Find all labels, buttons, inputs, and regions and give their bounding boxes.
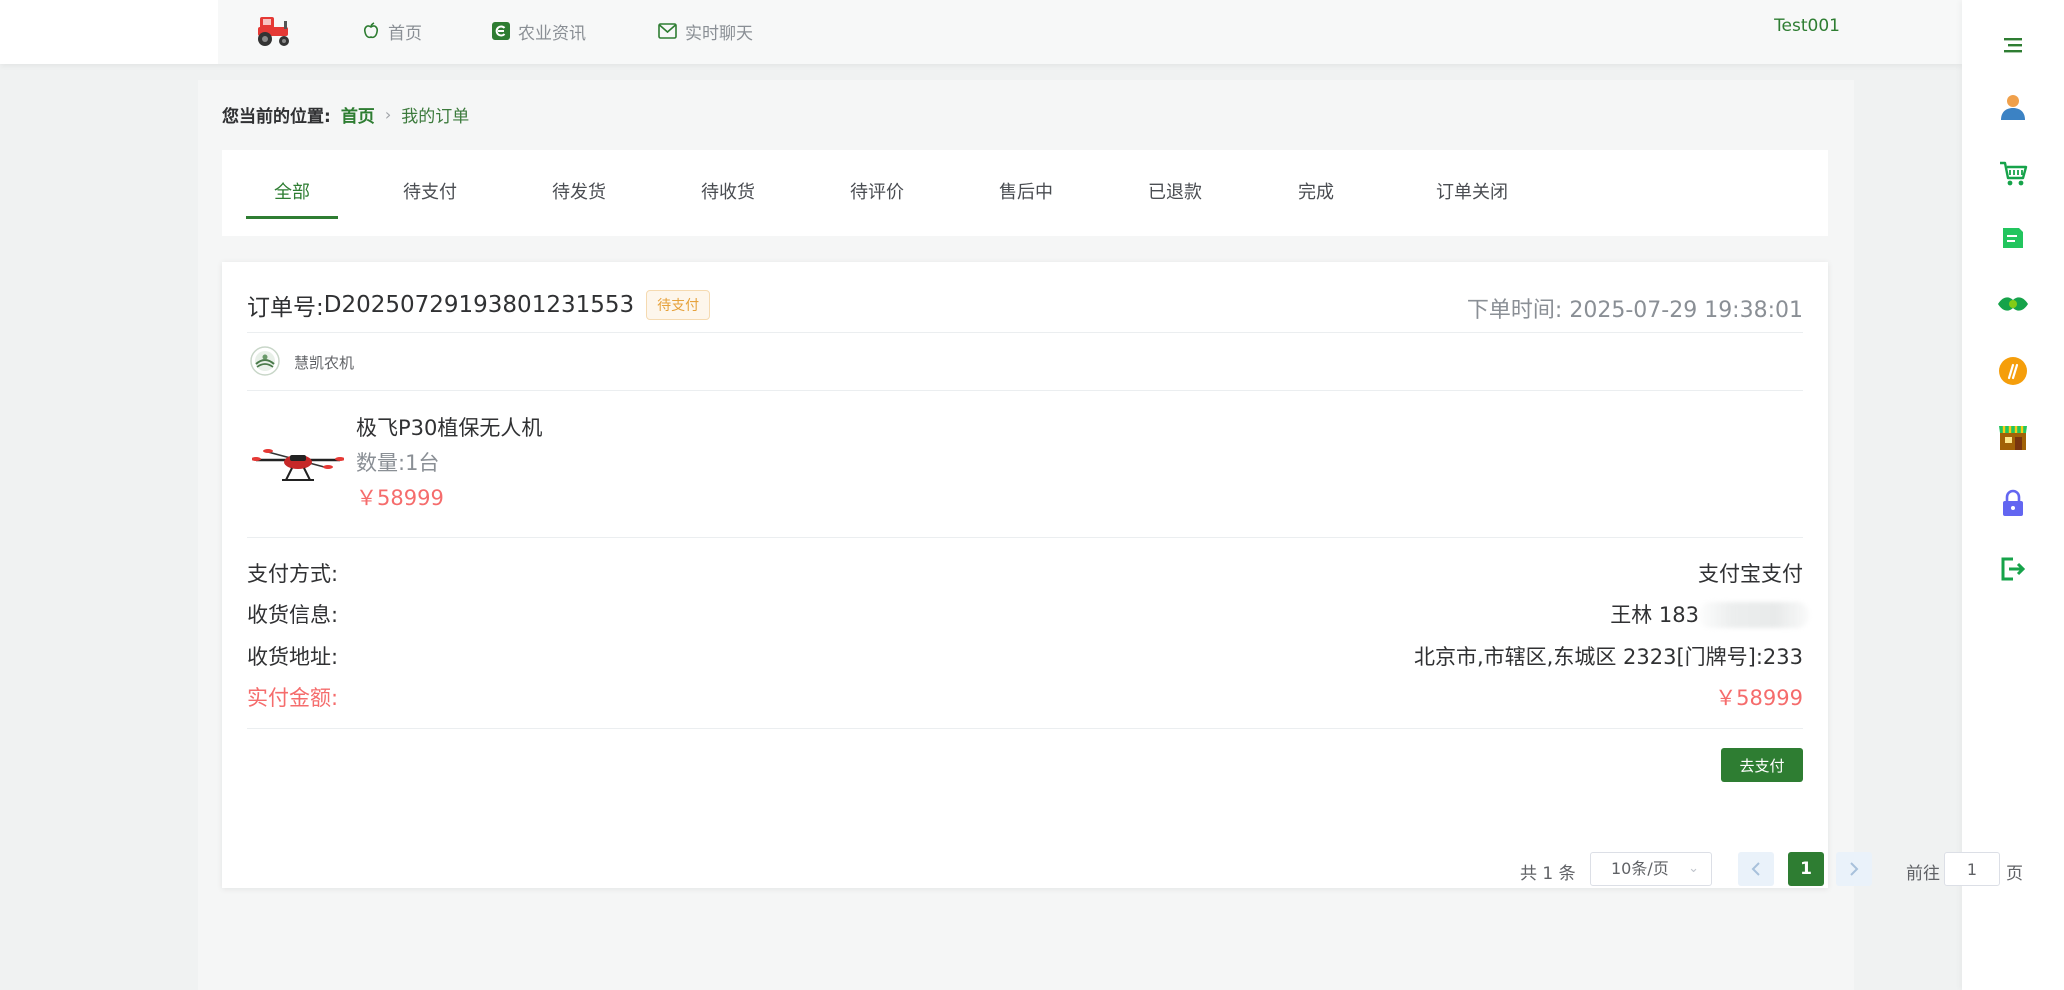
handshake-icon [1998, 297, 2028, 311]
order-time-value: 2025-07-29 19:38:01 [1569, 298, 1803, 323]
orders-button[interactable] [1992, 217, 2034, 259]
apple-icon [364, 22, 378, 39]
receiver-row: 收货信息: 王林 183 [247, 599, 1809, 629]
paid-amount-label: 实付金额: [247, 686, 339, 710]
navbar-inner: 首页 农业资讯 实时聊天 Test001 [218, 0, 1962, 64]
order-tabs: 全部 待支付 待发货 待收货 待评价 售后中 已退款 完成 订单关闭 [222, 150, 1828, 236]
address-row: 收货地址: 北京市,市辖区,东城区 2323[门牌号]:233 [247, 641, 1803, 671]
shop-name[interactable]: 慧凯农机 [294, 352, 354, 373]
goto-page-input[interactable] [1944, 852, 2000, 886]
news-icon [492, 22, 510, 40]
chevron-left-icon [1751, 862, 1760, 876]
menu-icon [2004, 38, 2022, 53]
breadcrumb-home-link[interactable]: 首页 [341, 102, 375, 127]
tab-completed[interactable]: 完成 [1270, 150, 1362, 236]
order-number: 订单号: D20250729193801231553 待支付 [247, 288, 711, 322]
chevron-right-icon: › [384, 105, 392, 124]
prev-page-button[interactable] [1738, 852, 1774, 886]
pagination: 共 1 条 10条/页 ⌄ 1 前往 页 [198, 852, 2023, 888]
breadcrumb-label: 您当前的位置: [222, 107, 331, 127]
cart-button[interactable] [1992, 152, 2034, 194]
mail-icon [658, 23, 677, 39]
breadcrumb: 您当前的位置: 首页 › 我的订单 [222, 102, 469, 127]
product-name[interactable]: 极飞P30植保无人机 [356, 412, 542, 442]
logout-icon [2001, 557, 2026, 581]
tab-pending-review[interactable]: 待评价 [831, 150, 923, 236]
farm-button[interactable] [1992, 350, 2034, 392]
cooperation-button[interactable] [1992, 283, 2034, 325]
drone-product-image[interactable] [252, 430, 344, 492]
tab-pending-payment[interactable]: 待支付 [384, 150, 476, 236]
menu-button[interactable] [1992, 24, 2034, 66]
payment-method-label: 支付方式: [247, 562, 339, 586]
nav-home[interactable]: 首页 [362, 18, 422, 44]
tab-pending-receipt[interactable]: 待收货 [682, 150, 774, 236]
payment-method-row: 支付方式: 支付宝支付 [247, 558, 1803, 588]
shop-avatar[interactable] [250, 346, 280, 376]
nav-news-label: 农业资讯 [518, 23, 586, 44]
breadcrumb-current: 我的订单 [401, 107, 470, 127]
receiver-value: 王林 183 [1610, 603, 1699, 627]
tab-all[interactable]: 全部 [246, 150, 338, 236]
nav-home-label: 首页 [388, 23, 422, 44]
divider [247, 728, 1803, 729]
user-name[interactable]: Test001 [1774, 16, 1840, 36]
goto-label: 前往 [1906, 864, 1940, 884]
product-quantity: 数量:1台 [356, 451, 440, 475]
main-content: 您当前的位置: 首页 › 我的订单 全部 待支付 待发货 待收货 待评价 售后中… [198, 80, 2023, 990]
nav-chat[interactable]: 实时聊天 [658, 18, 753, 44]
profile-button[interactable] [1992, 86, 2034, 128]
order-number-label: 订单号: [247, 295, 324, 321]
status-badge: 待支付 [646, 290, 711, 320]
next-page-button[interactable] [1836, 852, 1872, 886]
side-toolbar [1962, 0, 2064, 990]
tractor-logo-icon[interactable] [254, 13, 294, 47]
page-size-value: 10条/页 [1611, 859, 1669, 878]
security-button[interactable] [1992, 482, 2034, 524]
nav-chat-label: 实时聊天 [685, 23, 753, 44]
document-icon [2003, 228, 2023, 248]
payment-method-value: 支付宝支付 [1698, 562, 1803, 586]
redacted-phone-blur [1699, 602, 1809, 628]
chevron-right-icon [1850, 862, 1859, 876]
top-navbar: 首页 农业资讯 实时聊天 Test001 [0, 0, 1962, 64]
cart-icon [2000, 161, 2028, 186]
pay-now-button[interactable]: 去支付 [1721, 748, 1803, 782]
nav-news[interactable]: 农业资讯 [492, 18, 586, 44]
page-number-current[interactable]: 1 [1788, 852, 1824, 886]
page-suffix: 页 [2006, 864, 2023, 884]
user-icon [2001, 95, 2025, 120]
address-value: 北京市,市辖区,东城区 2323[门牌号]:233 [1413, 645, 1803, 669]
wheat-icon [1999, 357, 2027, 385]
chevron-down-icon: ⌄ [1688, 861, 1699, 876]
store-icon [1999, 426, 2027, 450]
tab-after-sales[interactable]: 售后中 [980, 150, 1072, 236]
receiver-label: 收货信息: [247, 603, 339, 627]
order-card: 订单号: D20250729193801231553 待支付 下单时间: 202… [222, 262, 1828, 888]
order-time-label: 下单时间: [1466, 298, 1563, 323]
paid-amount-value: ￥58999 [1715, 686, 1803, 710]
divider [247, 537, 1803, 538]
address-label: 收货地址: [247, 645, 339, 669]
tab-closed[interactable]: 订单关闭 [1416, 150, 1528, 236]
tab-pending-shipment[interactable]: 待发货 [533, 150, 625, 236]
tab-refunded[interactable]: 已退款 [1129, 150, 1221, 236]
page-size-select[interactable]: 10条/页 ⌄ [1590, 852, 1712, 886]
lock-icon [2003, 489, 2023, 516]
pagination-total: 共 1 条 [1520, 864, 1576, 884]
divider [247, 332, 1803, 333]
paid-amount-row: 实付金额: ￥58999 [247, 682, 1803, 712]
divider [247, 390, 1803, 391]
product-price: ￥58999 [356, 486, 444, 510]
store-button[interactable] [1992, 416, 2034, 458]
order-time: 下单时间: 2025-07-29 19:38:01 [1467, 292, 1803, 324]
order-number-value: D20250729193801231553 [323, 292, 635, 318]
logout-button[interactable] [1992, 548, 2034, 590]
